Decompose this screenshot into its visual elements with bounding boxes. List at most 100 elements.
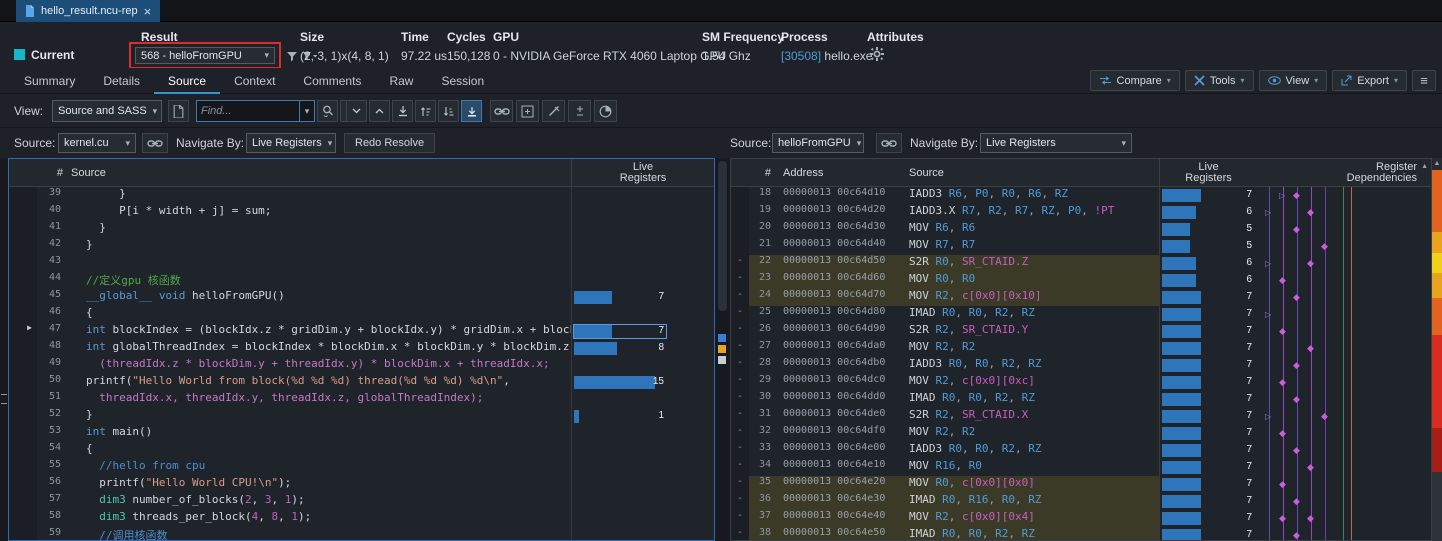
source-line-43[interactable]: 43	[9, 255, 714, 272]
collapse-marker-gutter[interactable]: -	[731, 306, 749, 323]
source-line-52[interactable]: 52}1	[9, 408, 714, 425]
source-line-48[interactable]: 48int globalThreadIndex = blockIndex * b…	[9, 340, 714, 357]
collapse-marker-gutter[interactable]	[731, 221, 749, 238]
sass-line-25[interactable]: -2500000013 00c64d80IMAD R0, R0, R2, RZ7	[731, 306, 1431, 323]
sass-line-26[interactable]: -2600000013 00c64d90S2R R2, SR_CTAID.Y7	[731, 323, 1431, 340]
sass-line-27[interactable]: -2700000013 00c64da0MOV R2, R27	[731, 340, 1431, 357]
collapse-marker-gutter[interactable]: -	[731, 340, 749, 357]
register-dependencies-column-header[interactable]: Register Dependencies ▲	[1257, 159, 1431, 186]
splitter-handle-icon[interactable]	[1, 394, 7, 404]
left-scroll-strip[interactable]	[0, 158, 8, 541]
filter-icon[interactable]	[284, 48, 300, 64]
collapse-marker-gutter[interactable]: -	[731, 527, 749, 541]
source-line-40[interactable]: 40 P[i * width + j] = sum;	[9, 204, 714, 221]
result-dropdown[interactable]: 568 - helloFromGPU ▾	[135, 47, 275, 64]
source-line-57[interactable]: 57 dim3 number_of_blocks(2, 3, 1);	[9, 493, 714, 510]
source-line-45[interactable]: 45__global__ void helloFromGPU()7	[9, 289, 714, 306]
source-line-44[interactable]: 44//定义gpu 核函数	[9, 272, 714, 289]
sass-line-37[interactable]: -3700000013 00c64e40MOV R2, c[0x0][0x4]7	[731, 510, 1431, 527]
sass-line-24[interactable]: -2400000013 00c64d70MOV R2, c[0x0][0x10]…	[731, 289, 1431, 306]
sort-ascending-button[interactable]	[415, 100, 436, 122]
sass-line-38[interactable]: -3800000013 00c64e50IMAD R0, R0, R2, RZ7	[731, 527, 1431, 541]
previous-region-button[interactable]	[369, 100, 390, 122]
right-source-dropdown[interactable]: helloFromGPU▾	[772, 133, 864, 153]
source-line-53[interactable]: 53int main()	[9, 425, 714, 442]
source-line-54[interactable]: 54{	[9, 442, 714, 459]
sass-line-33[interactable]: -3300000013 00c64e00IADD3 R0, R0, R2, RZ…	[731, 442, 1431, 459]
scroll-up-arrow-icon[interactable]: ▲	[1432, 158, 1442, 170]
compare-button[interactable]: Compare▾	[1090, 70, 1180, 91]
collapse-marker-gutter[interactable]: -	[731, 442, 749, 459]
expand-collapse-toggle[interactable]	[568, 100, 591, 122]
left-link-button[interactable]	[142, 133, 168, 153]
collapse-marker-gutter[interactable]: -	[731, 425, 749, 442]
collapse-marker-gutter[interactable]: -	[731, 357, 749, 374]
sync-selection-toggle[interactable]	[516, 100, 539, 122]
tab-session[interactable]: Session	[427, 68, 498, 94]
sass-line-29[interactable]: -2900000013 00c64dc0MOV R2, c[0x0][0xc]7	[731, 374, 1431, 391]
view-mode-dropdown[interactable]: Source and SASS▾	[52, 100, 162, 122]
sass-line-19[interactable]: 1900000013 00c64d20IADD3.X R7, R2, R7, R…	[731, 204, 1431, 221]
source-line-55[interactable]: 55 //hello from cpu	[9, 459, 714, 476]
sass-line-21[interactable]: 2100000013 00c64d40MOV R7, R75	[731, 238, 1431, 255]
scrollbar-thumb[interactable]	[718, 161, 727, 311]
left-navigate-dropdown[interactable]: Live Registers▾	[246, 133, 336, 153]
link-views-toggle[interactable]	[490, 100, 513, 122]
right-navigate-dropdown[interactable]: Live Registers▾	[980, 133, 1132, 153]
find-history-chevron-icon[interactable]: ▾	[300, 100, 315, 122]
source-line-46[interactable]: 46{	[9, 306, 714, 323]
address-column-header[interactable]: Address	[777, 159, 905, 186]
sass-line-22[interactable]: -2200000013 00c64d50S2R R0, SR_CTAID.Z6	[731, 255, 1431, 272]
sass-source-column-header[interactable]: Source	[905, 159, 1159, 186]
collapse-marker-gutter[interactable]: -	[731, 272, 749, 289]
find-input[interactable]	[196, 100, 300, 122]
tab-details[interactable]: Details	[89, 68, 154, 94]
collapse-marker-gutter[interactable]: -	[731, 391, 749, 408]
tab-raw[interactable]: Raw	[375, 68, 427, 94]
source-line-41[interactable]: 41 }	[9, 221, 714, 238]
left-source-dropdown[interactable]: kernel.cu▾	[58, 133, 136, 153]
collapse-marker-gutter[interactable]: -	[731, 408, 749, 425]
source-line-58[interactable]: 58 dim3 threads_per_block(4, 8, 1);	[9, 510, 714, 527]
sass-line-32[interactable]: -3200000013 00c64df0MOV R2, R27	[731, 425, 1431, 442]
right-link-button[interactable]	[876, 133, 902, 153]
collapse-marker-gutter[interactable]: -	[731, 255, 749, 272]
sort-arrow-icon[interactable]: ▲	[1421, 161, 1428, 172]
goto-current-instruction-button[interactable]	[461, 100, 482, 122]
sass-line-column-header[interactable]: #	[731, 159, 777, 186]
sass-line-36[interactable]: -3600000013 00c64e30IMAD R0, R16, R0, RZ…	[731, 493, 1431, 510]
source-line-42[interactable]: 42}	[9, 238, 714, 255]
sass-live-registers-column-header[interactable]: Live Registers	[1159, 159, 1257, 186]
next-region-button[interactable]	[346, 100, 367, 122]
source-line-49[interactable]: 49 (threadIdx.z * blockDim.y + threadIdx…	[9, 357, 714, 374]
collapse-marker-gutter[interactable]: -	[731, 459, 749, 476]
live-registers-column-header[interactable]: Live Registers	[571, 159, 714, 186]
collapse-marker-gutter[interactable]: -	[731, 323, 749, 340]
line-column-header[interactable]: #	[9, 159, 71, 186]
collapse-marker-gutter[interactable]: -	[731, 476, 749, 493]
export-button[interactable]: Export▾	[1332, 70, 1407, 91]
sass-line-18[interactable]: 1800000013 00c64d10IADD3 R6, P0, R0, R6,…	[731, 187, 1431, 204]
collapse-marker-gutter[interactable]: -	[731, 493, 749, 510]
redo-resolve-button[interactable]: Redo Resolve	[344, 133, 435, 153]
tab-comments[interactable]: Comments	[289, 68, 375, 94]
goto-maximum-button[interactable]	[392, 100, 413, 122]
gear-icon[interactable]	[870, 47, 886, 63]
tab-source[interactable]: Source	[154, 68, 220, 94]
report-tab[interactable]: hello_result.ncu-rep ×	[16, 0, 160, 22]
collapse-marker-gutter[interactable]: -	[731, 289, 749, 306]
panel-splitter[interactable]	[715, 158, 730, 541]
heatmap-scrollbar[interactable]: ▲	[1432, 158, 1442, 541]
heatmap-toggle[interactable]	[594, 100, 617, 122]
collapse-marker-gutter[interactable]: -	[731, 510, 749, 527]
collapse-marker-gutter[interactable]	[731, 187, 749, 204]
source-line-39[interactable]: 39 }	[9, 187, 714, 204]
sass-line-23[interactable]: -2300000013 00c64d60MOV R0, R06	[731, 272, 1431, 289]
collapse-marker-gutter[interactable]	[731, 238, 749, 255]
collapse-marker-gutter[interactable]: -	[731, 374, 749, 391]
sass-line-35[interactable]: -3500000013 00c64e20MOV R0, c[0x0][0x0]7	[731, 476, 1431, 493]
sass-line-28[interactable]: -2800000013 00c64db0IADD3 R0, R0, R2, RZ…	[731, 357, 1431, 374]
view-button[interactable]: View▾	[1259, 70, 1328, 91]
tab-context[interactable]: Context	[220, 68, 289, 94]
sort-descending-button[interactable]	[438, 100, 459, 122]
